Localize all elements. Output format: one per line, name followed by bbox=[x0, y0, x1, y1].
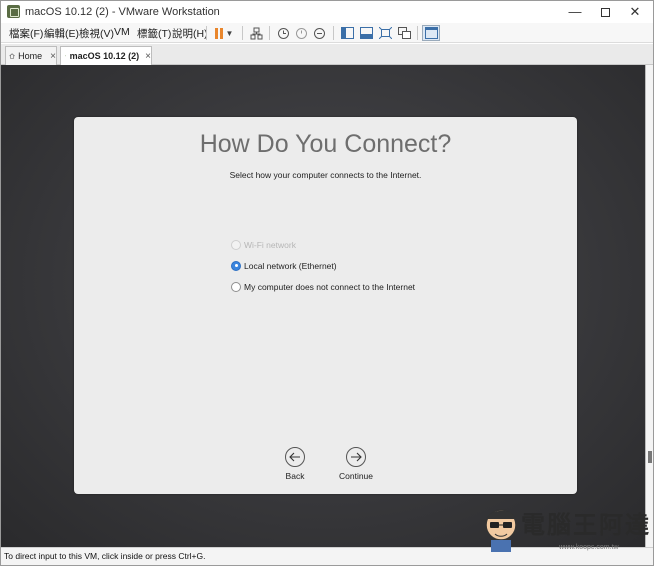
tab-bar: Home × macOS 10.12 (2) × bbox=[1, 44, 653, 65]
menu-view[interactable]: 檢視(V) bbox=[79, 26, 114, 41]
toolbar-separator bbox=[206, 26, 207, 40]
revert-snapshot-button[interactable] bbox=[293, 25, 309, 41]
full-screen-button[interactable] bbox=[377, 25, 393, 41]
snapshot-button[interactable] bbox=[275, 25, 291, 41]
toolbar-separator bbox=[417, 26, 418, 40]
toolbar-separator bbox=[333, 26, 334, 40]
tab-home[interactable]: Home × bbox=[5, 46, 57, 65]
continue-label: Continue bbox=[338, 471, 374, 481]
page-subtitle: Select how your computer connects to the… bbox=[229, 170, 422, 180]
revert-snapshot-icon bbox=[295, 27, 307, 39]
close-button[interactable]: ✕ bbox=[620, 3, 650, 21]
back-arrow-icon bbox=[285, 447, 305, 467]
vm-tab-icon bbox=[65, 55, 66, 57]
maximize-button[interactable] bbox=[590, 3, 620, 21]
option-no-internet[interactable]: My computer does not connect to the Inte… bbox=[231, 280, 415, 293]
library-icon bbox=[340, 27, 354, 39]
tab-home-label: Home bbox=[18, 51, 43, 61]
pause-button[interactable]: ▼ bbox=[211, 25, 237, 41]
unity-icon bbox=[397, 27, 411, 39]
menu-toolbar: 檔案(F) 編輯(E) 檢視(V) VM 標籤(T) 說明(H) ▼ bbox=[1, 23, 653, 43]
menu-file[interactable]: 檔案(F) bbox=[9, 26, 43, 41]
watermark-url: www.koopc.com.tw bbox=[559, 544, 619, 551]
tab-macos-vm[interactable]: macOS 10.12 (2) × bbox=[60, 46, 152, 65]
snapshot-icon bbox=[277, 27, 289, 39]
snapshot-manager-icon bbox=[313, 27, 325, 39]
menu-help[interactable]: 說明(H) bbox=[172, 26, 208, 41]
toolbar-separator bbox=[242, 26, 243, 40]
back-label: Back bbox=[285, 471, 305, 481]
vmware-app-icon bbox=[7, 5, 20, 18]
setup-assistant-panel: How Do You Connect? Select how your comp… bbox=[74, 117, 577, 494]
tab-home-close-icon[interactable]: × bbox=[50, 51, 56, 62]
console-view-icon bbox=[424, 27, 438, 39]
vm-side-strip bbox=[645, 65, 653, 547]
title-bar: macOS 10.12 (2) - VMware Workstation — ✕ bbox=[1, 1, 653, 23]
pause-icon bbox=[214, 27, 223, 39]
forward-arrow-icon bbox=[346, 447, 366, 467]
full-screen-icon bbox=[378, 27, 392, 39]
tab-macos-vm-label: macOS 10.12 (2) bbox=[69, 51, 140, 61]
home-icon bbox=[9, 53, 15, 59]
radio-wifi-network[interactable] bbox=[231, 239, 241, 250]
option-no-internet-label: My computer does not connect to the Inte… bbox=[244, 281, 416, 292]
snapshot-manager-button[interactable] bbox=[311, 25, 327, 41]
send-ctrl-alt-del-button[interactable] bbox=[248, 25, 264, 41]
menu-edit[interactable]: 編輯(E) bbox=[44, 26, 79, 41]
strip-marker bbox=[648, 451, 652, 463]
menu-vm[interactable]: VM bbox=[114, 26, 130, 38]
status-message: To direct input to this VM, click inside… bbox=[4, 551, 206, 561]
vm-display[interactable]: How Do You Connect? Select how your comp… bbox=[1, 65, 653, 547]
thumbnail-bar-button[interactable] bbox=[358, 25, 374, 41]
network-icon bbox=[250, 27, 262, 39]
console-view-button[interactable] bbox=[422, 25, 440, 41]
watermark-text: 電腦王阿達 bbox=[521, 511, 651, 539]
menu-tabs[interactable]: 標籤(T) bbox=[137, 26, 171, 41]
vmware-window: macOS 10.12 (2) - VMware Workstation — ✕… bbox=[0, 0, 654, 566]
option-local-network-label: Local network (Ethernet) bbox=[244, 260, 337, 271]
minimize-button[interactable]: — bbox=[560, 3, 590, 21]
show-library-button[interactable] bbox=[339, 25, 355, 41]
thumbnail-icon bbox=[359, 27, 373, 39]
toolbar-separator bbox=[269, 26, 270, 40]
radio-no-internet[interactable] bbox=[231, 281, 241, 292]
back-button[interactable]: Back bbox=[265, 447, 325, 481]
option-wifi-network-label: Wi-Fi network bbox=[244, 239, 296, 250]
option-wifi-network[interactable]: Wi-Fi network bbox=[231, 238, 296, 251]
unity-button[interactable] bbox=[396, 25, 412, 41]
tab-macos-vm-close-icon[interactable]: × bbox=[145, 51, 151, 62]
window-title: macOS 10.12 (2) - VMware Workstation bbox=[25, 6, 220, 18]
mascot-icon bbox=[485, 509, 517, 552]
continue-button[interactable]: Continue bbox=[326, 447, 386, 481]
maximize-icon bbox=[600, 8, 610, 18]
option-local-network[interactable]: Local network (Ethernet) bbox=[231, 259, 337, 272]
radio-local-network[interactable] bbox=[231, 260, 241, 271]
page-title: How Do You Connect? bbox=[199, 130, 452, 158]
dropdown-caret-icon: ▼ bbox=[225, 28, 234, 38]
watermark-logo: 電腦王阿達 www.koopc.com.tw bbox=[481, 499, 651, 557]
